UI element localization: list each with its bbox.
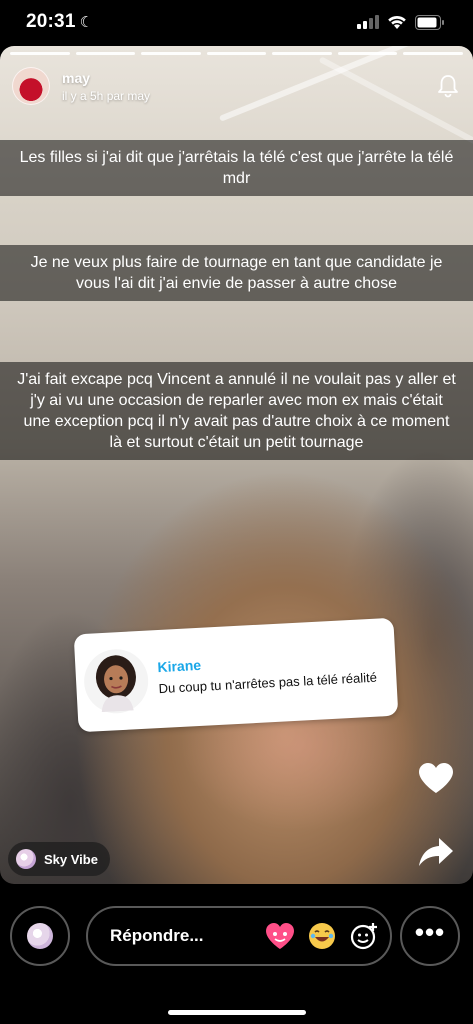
progress-segment [141, 52, 201, 55]
progress-segment [10, 52, 70, 55]
reply-input[interactable]: Répondre... [86, 906, 392, 966]
status-bar: 20:31 ☾ [0, 0, 473, 44]
reply-text: Kirane Du coup tu n'arrêtes pas la télé … [157, 648, 377, 699]
laughing-emoji-icon[interactable] [306, 920, 338, 952]
moon-icon: ☾ [79, 14, 94, 31]
home-indicator[interactable] [168, 1010, 306, 1015]
bottom-bar: Répondre... ••• [0, 906, 473, 966]
sky-vibe-icon [16, 849, 36, 869]
author-name[interactable]: may [62, 70, 150, 86]
heart-emoji-icon[interactable] [264, 920, 296, 952]
story-progress [10, 52, 464, 55]
progress-segment [403, 52, 464, 55]
progress-segment [272, 52, 332, 55]
progress-segment [337, 52, 398, 55]
story-view[interactable]: may il y a 5h par may Les filles si j'ai… [0, 46, 473, 884]
more-icon: ••• [414, 916, 446, 947]
reply-placeholder: Répondre... [110, 926, 204, 945]
share-icon[interactable] [416, 832, 456, 872]
status-time: 20:31 ☾ [26, 11, 93, 33]
progress-segment [206, 52, 267, 55]
signal-icon [357, 15, 379, 29]
sky-vibe-label: Sky Vibe [44, 851, 98, 867]
reply-sticker[interactable]: Kirane Du coup tu n'arrêtes pas la télé … [73, 617, 399, 733]
quick-reactions [264, 920, 380, 952]
battery-icon [415, 14, 444, 30]
status-icons [357, 14, 445, 30]
caption: Je ne veux plus faire de tournage en tan… [0, 245, 473, 301]
camera-button[interactable] [10, 906, 70, 966]
author-avatar[interactable] [12, 67, 50, 105]
progress-segment [75, 52, 136, 55]
story-header: may il y a 5h par may [12, 64, 461, 108]
author-info[interactable]: may il y a 5h par may [62, 70, 150, 103]
caption: J'ai fait excape pcq Vincent a annulé il… [0, 362, 473, 460]
add-sticker-icon[interactable] [348, 920, 380, 952]
sky-vibe-chip[interactable]: Sky Vibe [8, 842, 110, 876]
caption: Les filles si j'ai dit que j'arrêtais la… [0, 140, 473, 196]
time-label: 20:31 [26, 11, 76, 32]
wifi-icon [388, 15, 406, 29]
heart-icon[interactable] [416, 758, 456, 798]
more-button[interactable]: ••• [400, 906, 460, 966]
story-timestamp: il y a 5h par may [62, 88, 151, 103]
sky-vibe-icon [27, 923, 53, 949]
bell-icon[interactable] [435, 73, 461, 99]
bitmoji-avatar [82, 647, 150, 715]
